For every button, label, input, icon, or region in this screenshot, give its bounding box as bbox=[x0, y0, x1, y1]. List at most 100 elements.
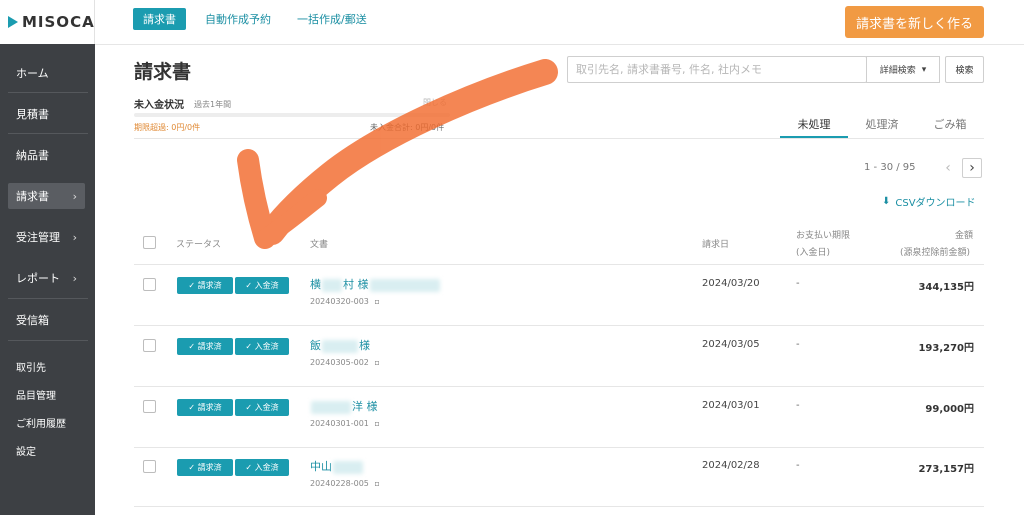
logo-text: MISOCA bbox=[22, 13, 95, 31]
table-row[interactable]: ✓ 請求済 ✓ 入金済 横村 様 20240320-003 ▫ 2024/03/… bbox=[134, 264, 984, 325]
sidebar-item-orders[interactable]: 受注管理 › bbox=[8, 224, 85, 250]
document-number: 20240228-005 ▫ bbox=[310, 479, 380, 488]
redacted-text bbox=[311, 400, 351, 414]
due-date: - bbox=[796, 339, 800, 350]
header-divider bbox=[95, 44, 1024, 45]
sidebar-item-clients[interactable]: 取引先 bbox=[16, 359, 46, 374]
caret-down-icon: ▾ bbox=[921, 64, 927, 75]
sidebar-item-label: 受注管理 bbox=[16, 231, 60, 244]
check-icon: ✓ bbox=[245, 342, 253, 351]
check-icon: ✓ bbox=[245, 403, 253, 412]
advanced-search-button[interactable]: 詳細検索 ▾ bbox=[866, 56, 940, 83]
search-input[interactable] bbox=[567, 56, 867, 83]
row-checkbox[interactable] bbox=[143, 278, 156, 291]
status-badge-invoiced: ✓ 請求済 bbox=[177, 399, 233, 416]
client-name-link[interactable]: 横村 様 bbox=[310, 276, 441, 292]
sidebar-divider bbox=[8, 298, 88, 299]
tab-processed[interactable]: 処理済 bbox=[852, 114, 912, 138]
create-invoice-button[interactable]: 請求書を新しく作る bbox=[845, 6, 984, 38]
tab-unprocessed[interactable]: 未処理 bbox=[780, 114, 848, 138]
sidebar-item-usage-history[interactable]: ご利用履歴 bbox=[16, 415, 66, 430]
redacted-text bbox=[369, 278, 440, 292]
sidebar-item-delivery-notes[interactable]: 納品書 bbox=[8, 142, 85, 168]
tab-invoices[interactable]: 請求書 bbox=[133, 8, 186, 30]
check-icon: ✓ bbox=[188, 342, 196, 351]
row-checkbox[interactable] bbox=[143, 400, 156, 413]
sidebar-item-estimates[interactable]: 見積書 bbox=[8, 101, 85, 127]
sidebar-item-label: 見積書 bbox=[16, 108, 49, 121]
check-icon: ✓ bbox=[245, 281, 253, 290]
sidebar-item-products[interactable]: 品目管理 bbox=[16, 387, 56, 402]
tabs-divider bbox=[134, 138, 984, 139]
sidebar-item-inbox[interactable]: 受信箱 bbox=[8, 307, 85, 333]
overdue-summary: 期限超過: 0円/0件 bbox=[134, 123, 201, 132]
csv-download-link[interactable]: ⬇ CSVダウンロード bbox=[882, 194, 976, 209]
summary-close-link[interactable]: 閉じる bbox=[423, 97, 447, 108]
unpaid-total-summary: 未入金合計: 0円/0件 bbox=[370, 123, 445, 132]
sidebar-divider bbox=[8, 92, 88, 93]
sidebar-item-label: 受信箱 bbox=[16, 314, 49, 327]
sidebar-item-label: 納品書 bbox=[16, 149, 49, 162]
status-badge-paid: ✓ 入金済 bbox=[235, 459, 289, 476]
sidebar-item-reports[interactable]: レポート › bbox=[8, 265, 85, 291]
tab-auto-create[interactable]: 自動作成予約 bbox=[205, 8, 271, 30]
due-date: - bbox=[796, 460, 800, 471]
amount: 273,157円 bbox=[918, 464, 974, 475]
logo[interactable]: MISOCA bbox=[0, 0, 95, 44]
status-badge-paid: ✓ 入金済 bbox=[235, 338, 289, 355]
tab-bulk-create-mail[interactable]: 一括作成/郵送 bbox=[297, 8, 367, 30]
invoice-date: 2024/03/05 bbox=[702, 339, 760, 350]
column-header-invoice-date: 請求日 bbox=[702, 240, 730, 250]
row-checkbox[interactable] bbox=[143, 460, 156, 473]
sidebar-item-label: ホーム bbox=[16, 67, 49, 80]
column-header-document: 文書 bbox=[310, 240, 329, 250]
column-header-amount-sub: (源泉控除前金額) bbox=[900, 248, 971, 258]
sidebar-item-label: 請求書 bbox=[16, 190, 49, 203]
check-icon: ✓ bbox=[188, 281, 196, 290]
table-row[interactable]: ✓ 請求済 ✓ 入金済 洋 様 20240301-001 ▫ 2024/03/0… bbox=[134, 386, 984, 447]
sidebar-item-home[interactable]: ホーム bbox=[8, 60, 85, 86]
amount: 344,135円 bbox=[918, 282, 974, 293]
advanced-search-label: 詳細検索 bbox=[879, 66, 916, 76]
sidebar-item-label: レポート bbox=[16, 272, 60, 285]
status-badge-invoiced: ✓ 請求済 bbox=[177, 459, 233, 476]
chevron-right-icon: › bbox=[72, 189, 77, 203]
sidebar-item-settings[interactable]: 設定 bbox=[16, 443, 36, 458]
select-all-checkbox[interactable] bbox=[143, 236, 156, 249]
comment-icon: ▫ bbox=[374, 358, 380, 367]
chevron-left-icon[interactable]: ‹ bbox=[938, 158, 958, 178]
redacted-text bbox=[322, 339, 358, 353]
row-checkbox[interactable] bbox=[143, 339, 156, 352]
client-name-link[interactable]: 飯様 bbox=[310, 337, 370, 353]
unpaid-status-period: 過去1年間 bbox=[194, 100, 232, 109]
amount: 99,000円 bbox=[925, 404, 974, 415]
comment-icon: ▫ bbox=[374, 297, 380, 306]
column-header-due-date: お支払い期限 bbox=[796, 231, 851, 241]
amount: 193,270円 bbox=[918, 343, 974, 354]
comment-icon: ▫ bbox=[374, 479, 380, 488]
chevron-right-icon: › bbox=[72, 271, 77, 285]
page-title: 請求書 bbox=[134, 61, 192, 83]
table-row[interactable]: ✓ 請求済 ✓ 入金済 中山 20240228-005 ▫ 2024/02/28… bbox=[134, 447, 984, 507]
search-button[interactable]: 検索 bbox=[945, 56, 984, 83]
tab-trash[interactable]: ごみ箱 bbox=[918, 114, 982, 138]
sidebar-divider bbox=[8, 133, 88, 134]
status-badge-paid: ✓ 入金済 bbox=[235, 277, 289, 294]
check-icon: ✓ bbox=[188, 403, 196, 412]
csv-download-label: CSVダウンロード bbox=[895, 198, 976, 209]
document-number: 20240301-001 ▫ bbox=[310, 419, 380, 428]
pagination-range: 1 - 30 / 95 bbox=[864, 162, 916, 173]
due-date: - bbox=[796, 278, 800, 289]
column-header-due-date-sub: (入金日) bbox=[796, 248, 831, 258]
logo-mark-icon bbox=[8, 16, 18, 28]
table-row[interactable]: ✓ 請求済 ✓ 入金済 飯様 20240305-002 ▫ 2024/03/05… bbox=[134, 325, 984, 386]
sidebar-item-invoices[interactable]: 請求書 › bbox=[8, 183, 85, 209]
sidebar-divider bbox=[8, 340, 88, 341]
check-icon: ✓ bbox=[188, 463, 196, 472]
redacted-text bbox=[333, 460, 363, 474]
chevron-right-icon[interactable]: › bbox=[962, 158, 982, 178]
invoice-date: 2024/03/20 bbox=[702, 278, 760, 289]
due-date: - bbox=[796, 400, 800, 411]
client-name-link[interactable]: 洋 様 bbox=[310, 398, 378, 414]
client-name-link[interactable]: 中山 bbox=[310, 458, 364, 474]
